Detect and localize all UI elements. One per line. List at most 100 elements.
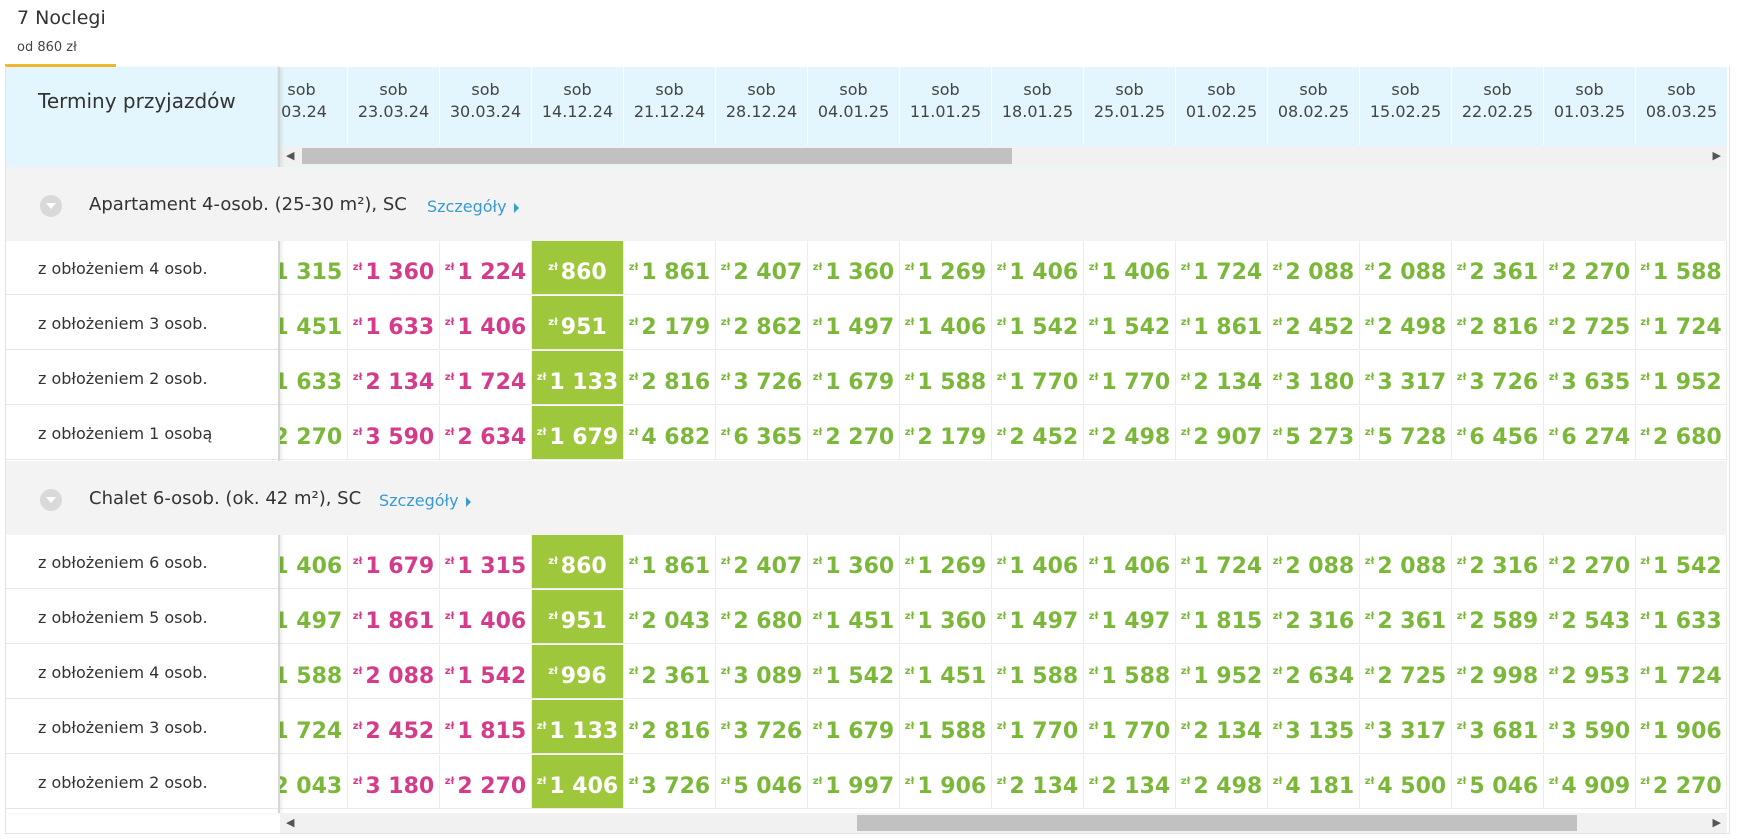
price-cell[interactable]: zł 1 360 (808, 241, 900, 295)
price-cell[interactable]: zł 1 679 (532, 406, 624, 460)
price-cell[interactable]: zł 3 089 (716, 645, 808, 699)
price-cell[interactable]: zł1 724 (1176, 535, 1268, 589)
price-cell[interactable]: zł 2 725 (1360, 645, 1452, 699)
price-cell[interactable]: zł 860 (532, 535, 624, 589)
price-cell[interactable]: zł 1 770 (992, 351, 1084, 405)
price-cell[interactable]: zł 2 134 (1176, 700, 1268, 754)
price-cell[interactable]: zł1 497 (808, 296, 900, 350)
price-cell[interactable]: zł 1 542 (440, 645, 532, 699)
price-cell[interactable]: zł1 724 (1176, 241, 1268, 295)
price-cell[interactable]: zł1 497 (992, 590, 1084, 644)
price-cell[interactable]: zł 1 861 (624, 241, 716, 295)
price-cell[interactable]: zł 4 682 (624, 406, 716, 460)
price-cell[interactable]: zł 3 180 (348, 755, 440, 809)
price-cell[interactable]: zł 2 953 (1544, 645, 1636, 699)
price-cell[interactable]: zł 2 680 (1636, 406, 1727, 460)
price-cell[interactable]: zł1 588 (900, 351, 992, 405)
price-cell[interactable]: zł 3 317 (1360, 351, 1452, 405)
details-link[interactable]: Szczegóły (379, 491, 471, 510)
price-cell[interactable]: zł 5 273 (1268, 406, 1360, 460)
price-cell[interactable]: zł 1 815 (440, 700, 532, 754)
price-cell[interactable]: zł1 406 (532, 755, 624, 809)
price-cell[interactable]: zł 2 907 (1176, 406, 1268, 460)
price-cell[interactable]: zł1 724 (1636, 296, 1727, 350)
price-cell[interactable]: zł 996 (532, 645, 624, 699)
price-cell[interactable]: zł 1 269 (900, 241, 992, 295)
price-cell[interactable]: zł1 497 (1084, 590, 1176, 644)
price-cell[interactable]: zł 3 135 (1268, 700, 1360, 754)
scroll-right-icon[interactable]: ▶ (1713, 149, 1721, 162)
price-cell[interactable]: zł 951 (532, 590, 624, 644)
price-cell[interactable]: zł 1 679 (808, 700, 900, 754)
price-cell[interactable]: zł 1 133 (532, 351, 624, 405)
price-cell[interactable]: zł1 588 (992, 645, 1084, 699)
price-cell[interactable]: zł 5 046 (1452, 755, 1544, 809)
price-cell[interactable]: zł 2 634 (440, 406, 532, 460)
price-cell[interactable]: zł 2 134 (1084, 755, 1176, 809)
price-cell[interactable]: zł 2 680 (716, 590, 808, 644)
price-cell[interactable]: zł1 588 (1636, 241, 1727, 295)
price-cell[interactable]: zł 2 316 (1268, 590, 1360, 644)
collapse-toggle-icon[interactable] (40, 195, 62, 217)
price-cell[interactable]: zł 1 542 (1636, 535, 1727, 589)
bottom-scroll-thumb[interactable] (857, 815, 1577, 831)
price-cell[interactable]: zł 1 360 (348, 241, 440, 295)
price-cell[interactable]: zł1 406 (1084, 241, 1176, 295)
price-cell[interactable]: zł 1 770 (992, 700, 1084, 754)
price-cell[interactable]: zł 2 498 (1176, 755, 1268, 809)
price-cell[interactable]: zł 6 365 (716, 406, 808, 460)
top-scrollbar[interactable]: ◀ ▶ (280, 146, 1727, 166)
price-cell[interactable]: zł 951 (532, 296, 624, 350)
price-cell[interactable]: zł 2 134 (992, 755, 1084, 809)
price-cell[interactable]: zł 2 316 (1452, 535, 1544, 589)
price-cell[interactable]: zł 5 046 (716, 755, 808, 809)
price-cell[interactable]: zł1 406 (440, 590, 532, 644)
price-cell[interactable]: zł 1 679 (808, 351, 900, 405)
price-cell[interactable]: zł2 270 (1636, 755, 1727, 809)
price-cell[interactable]: zł 2 816 (624, 351, 716, 405)
price-cell[interactable]: zł 2 407 (716, 535, 808, 589)
price-cell[interactable]: zł 3 590 (1544, 700, 1636, 754)
price-cell[interactable]: zł 1 770 (1084, 700, 1176, 754)
price-cell[interactable]: zł 2 361 (1360, 590, 1452, 644)
price-cell[interactable]: zł 2 361 (624, 645, 716, 699)
price-cell[interactable]: zł1 724 (440, 351, 532, 405)
price-cell[interactable]: zł 6 456 (1452, 406, 1544, 460)
price-cell[interactable]: zł 1 360 (900, 590, 992, 644)
price-cell[interactable]: zł 2 407 (716, 241, 808, 295)
price-cell[interactable]: zł 1 224 (440, 241, 532, 295)
price-cell[interactable]: zł 2 088 (1268, 241, 1360, 295)
price-cell[interactable]: zł 2 816 (1452, 296, 1544, 350)
price-cell[interactable]: zł 3 180 (1268, 351, 1360, 405)
price-cell[interactable]: zł 4 909 (1544, 755, 1636, 809)
price-cell[interactable]: zł 3 726 (624, 755, 716, 809)
price-cell[interactable]: zł 4 500 (1360, 755, 1452, 809)
price-cell[interactable]: zł 1 679 (348, 535, 440, 589)
scroll-right-icon[interactable]: ▶ (1713, 816, 1721, 829)
price-cell[interactable]: zł 3 635 (1544, 351, 1636, 405)
price-cell[interactable]: zł2 043 (624, 590, 716, 644)
price-cell[interactable]: zł 1 861 (348, 590, 440, 644)
price-cell[interactable]: zł 2 998 (1452, 645, 1544, 699)
price-cell[interactable]: zł 1 542 (1084, 296, 1176, 350)
price-cell[interactable]: zł 2 498 (1360, 296, 1452, 350)
price-cell[interactable]: zł 1 770 (1084, 351, 1176, 405)
price-cell[interactable]: zł 1 542 (808, 645, 900, 699)
price-cell[interactable]: zł 1 861 (1176, 296, 1268, 350)
price-cell[interactable]: zł2 270 (1544, 241, 1636, 295)
price-cell[interactable]: zł 1 542 (992, 296, 1084, 350)
price-cell[interactable]: zł 1 815 (1176, 590, 1268, 644)
price-cell[interactable]: zł1 406 (900, 296, 992, 350)
price-cell[interactable]: zł 3 726 (716, 351, 808, 405)
price-cell[interactable]: zł 3 726 (1452, 351, 1544, 405)
price-cell[interactable]: zł 1 360 (808, 535, 900, 589)
price-cell[interactable]: zł1 406 (1084, 535, 1176, 589)
price-cell[interactable]: zł 1 133 (532, 700, 624, 754)
price-cell[interactable]: zł1 633 (348, 296, 440, 350)
price-cell[interactable]: zł 3 681 (1452, 700, 1544, 754)
price-cell[interactable]: zł 860 (532, 241, 624, 295)
price-cell[interactable]: zł 2 134 (348, 351, 440, 405)
scroll-left-icon[interactable]: ◀ (286, 816, 294, 829)
price-cell[interactable]: zł1 451 (808, 590, 900, 644)
price-cell[interactable]: zł 2 862 (716, 296, 808, 350)
